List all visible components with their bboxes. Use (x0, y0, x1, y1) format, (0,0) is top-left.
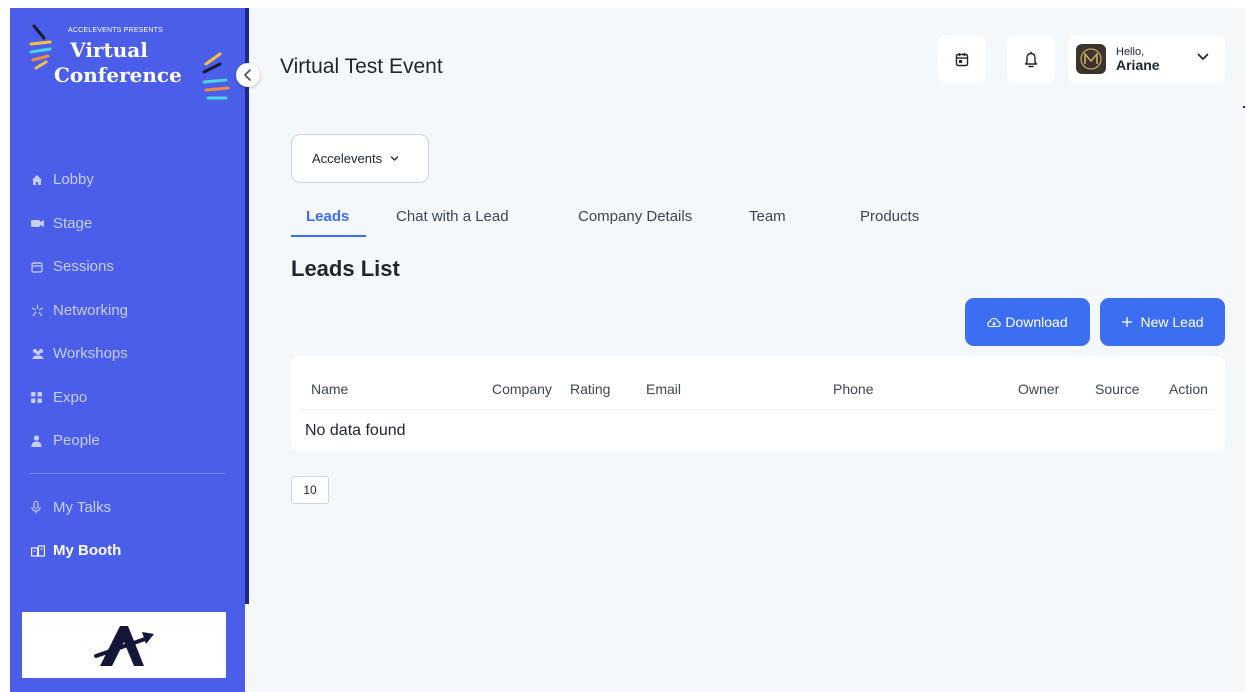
sidebar-nav: Lobby Stage Sessions Networking Workshop… (10, 158, 245, 573)
logo-burst-right-icon (202, 52, 230, 100)
camera-icon (31, 218, 53, 228)
user-menu[interactable]: Hello, Ariane (1068, 35, 1225, 83)
tab-team[interactable]: Team (749, 208, 786, 225)
tab-products[interactable]: Products (860, 208, 919, 225)
sidebar-item-sessions[interactable]: Sessions (10, 245, 245, 289)
chevron-down-icon (1197, 53, 1209, 60)
logo-presents-text: ACCELEVENTS PRESENTS (68, 27, 164, 34)
new-lead-button-label: New Lead (1140, 314, 1204, 330)
sidebar-item-label: People (53, 432, 100, 450)
column-header-action[interactable]: Action (1169, 381, 1208, 397)
tab-leads[interactable]: Leads (306, 208, 349, 225)
event-logo: ACCELEVENTS PRESENTS Virtual Conference (10, 8, 245, 118)
page-size-select[interactable]: 10 (291, 476, 329, 504)
chevron-left-icon (244, 69, 251, 81)
sidebar-item-expo[interactable]: Expo (10, 376, 245, 420)
column-header-phone[interactable]: Phone (833, 381, 873, 397)
group-icon (31, 348, 53, 360)
column-header-email[interactable]: Email (646, 381, 681, 397)
event-title: Virtual Test Event (280, 55, 443, 78)
sidebar-item-networking[interactable]: Networking (10, 289, 245, 333)
sidebar-item-label: Lobby (53, 171, 94, 189)
download-button[interactable]: Download (965, 298, 1090, 346)
logo-title-line2: Conference (54, 63, 182, 87)
sidebar-item-label: Sessions (53, 258, 114, 276)
booth-icon (31, 545, 53, 557)
grid-icon (31, 391, 53, 403)
sidebar-divider (30, 472, 225, 474)
tab-company-details[interactable]: Company Details (578, 208, 692, 225)
user-name: Ariane (1116, 57, 1160, 73)
calendar-icon (955, 52, 969, 66)
sidebar-item-label: My Talks (53, 498, 112, 516)
person-icon (31, 435, 53, 447)
sidebar-item-label: Expo (53, 388, 88, 406)
column-header-rating[interactable]: Rating (570, 381, 610, 397)
sidebar-edge (245, 8, 249, 604)
leads-list-title: Leads List (291, 256, 400, 281)
notifications-button[interactable] (1007, 35, 1055, 83)
leads-table: Name Company Rating Email Phone Owner So… (291, 356, 1225, 451)
sidebar-item-label: Stage (53, 214, 93, 232)
avatar-monogram-icon (1080, 48, 1102, 70)
app-root: ACCELEVENTS PRESENTS Virtual Conference … (10, 8, 1246, 692)
active-tab-indicator (291, 235, 366, 237)
column-header-source[interactable]: Source (1095, 381, 1139, 397)
sidebar-item-label: Workshops (53, 345, 128, 363)
home-icon (31, 174, 53, 186)
tab-chat-with-a-lead[interactable]: Chat with a Lead (396, 208, 509, 225)
calendar-button[interactable] (938, 35, 986, 83)
sidebar-item-lobby[interactable]: Lobby (10, 158, 245, 202)
logo-title: Virtual Conference (54, 38, 182, 88)
user-greeting: Hello, Ariane (1116, 46, 1160, 72)
collapse-sidebar-button[interactable] (236, 63, 260, 87)
sidebar-item-my-booth[interactable]: My Booth (10, 529, 245, 573)
sidebar-item-workshops[interactable]: Workshops (10, 332, 245, 376)
column-header-owner[interactable]: Owner (1018, 381, 1059, 397)
bell-icon (1024, 51, 1038, 67)
column-header-company[interactable]: Company (492, 381, 552, 397)
microphone-icon (31, 500, 53, 514)
network-icon (31, 304, 53, 317)
sidebar-item-label: My Booth (53, 542, 122, 560)
avatar (1076, 44, 1106, 74)
sidebar: ACCELEVENTS PRESENTS Virtual Conference … (10, 8, 245, 692)
calendar-icon (31, 261, 53, 273)
sidebar-item-people[interactable]: People (10, 419, 245, 463)
new-lead-button[interactable]: New Lead (1100, 298, 1225, 346)
plus-icon (1121, 316, 1133, 328)
logo-title-line1: Virtual (70, 38, 148, 62)
sidebar-item-label: Networking (53, 301, 129, 319)
table-header-divider (301, 409, 1215, 410)
download-button-label: Download (1005, 314, 1068, 330)
sidebar-item-my-talks[interactable]: My Talks (10, 486, 245, 530)
decorative-dot (1243, 106, 1245, 108)
cloud-download-icon (987, 317, 1002, 328)
sidebar-item-stage[interactable]: Stage (10, 202, 245, 246)
sponsor-logo[interactable] (22, 612, 226, 678)
booth-select[interactable]: Accelevents (291, 134, 429, 183)
chevron-down-icon (390, 156, 399, 161)
booth-select-value: Accelevents (312, 151, 383, 166)
column-header-name[interactable]: Name (311, 381, 348, 397)
empty-state-text: No data found (305, 422, 406, 439)
accelevents-logo-icon (94, 626, 154, 666)
